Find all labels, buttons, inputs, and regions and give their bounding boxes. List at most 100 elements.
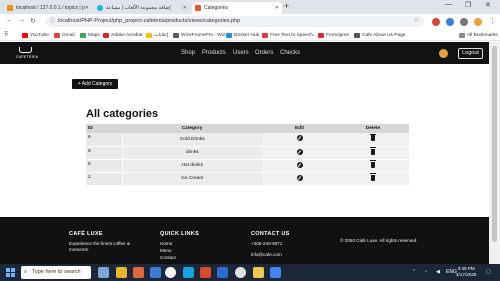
vs-icon[interactable] (217, 267, 228, 278)
minimize-icon[interactable]: — (445, 1, 452, 8)
app-icon[interactable] (116, 267, 127, 278)
bookmark-maps[interactable]: Maps (80, 31, 100, 40)
extensions-puzzle-icon[interactable] (460, 18, 468, 26)
close-icon[interactable]: ✕ (275, 2, 279, 14)
menu-kebab-icon[interactable]: ⋮ (489, 17, 496, 25)
edit-icon[interactable] (296, 174, 303, 181)
bookmark-acrobat[interactable]: Adobe Acrobat (103, 31, 142, 40)
folder-icon (459, 33, 465, 38)
browser-tab-phpmyadmin[interactable]: localhost / 127.0.0.1 / topics | p ✕ (4, 2, 92, 14)
browser-tab-bar: localhost / 127.0.0.1 / topics | p ✕ إضا… (0, 0, 500, 14)
tray-chevron-icon[interactable]: ⌃ (412, 269, 416, 275)
reload-icon[interactable]: ↻ (30, 17, 36, 25)
page-icon (354, 33, 360, 38)
column-header-id: ID (86, 124, 122, 133)
close-icon[interactable]: ✕ (85, 2, 89, 14)
bookmark-formspree[interactable]: Formspree (318, 31, 349, 40)
phpmyadmin-icon (7, 5, 13, 11)
docker-icon (226, 33, 232, 38)
task-view-icon[interactable] (98, 267, 109, 278)
url-field[interactable]: ⓘ localhost/PHP-Project/php_project-cafe… (46, 16, 424, 27)
chrome-icon[interactable] (165, 267, 176, 278)
coffee-cup-icon (19, 47, 32, 53)
cell-id: 2 (86, 172, 123, 186)
categories-table: ID Category Edit Delete 6 Cold Drinks 8 … (86, 124, 409, 186)
trash-icon[interactable] (370, 173, 376, 181)
add-category-button[interactable]: + Add Category (72, 79, 118, 89)
extension-icon[interactable] (432, 18, 440, 26)
bookmark-dockerhub[interactable]: Docker Hub (226, 31, 259, 40)
browser-tab-assistant[interactable]: إضافة مجموعة الألعاب | مساعد ✕ (94, 2, 190, 14)
edit-icon[interactable] (296, 148, 303, 155)
edit-icon[interactable] (296, 161, 303, 168)
vscode-icon[interactable] (183, 267, 194, 278)
app-icon[interactable] (235, 267, 246, 278)
gmail-icon (54, 33, 60, 38)
cafeteria-logo[interactable]: CAFETERIA (16, 45, 38, 61)
assistant-icon (97, 5, 103, 11)
table-row: 8 drinks (86, 146, 409, 160)
nav-products[interactable]: Products (202, 50, 226, 56)
bookmark-wizeframe[interactable]: WizeFramePro - Wiz... (173, 31, 229, 40)
column-header-delete: Delete (337, 124, 409, 133)
windows-start-icon[interactable] (6, 268, 15, 277)
site-favicon-icon (195, 5, 201, 11)
cell-id: 6 (86, 133, 123, 147)
network-icon[interactable]: ◔ (424, 269, 427, 275)
nav-checks[interactable]: Checks (280, 50, 300, 56)
maximize-icon[interactable]: ❐ (465, 1, 471, 9)
logout-button[interactable]: Logout (458, 48, 483, 59)
close-window-icon[interactable]: ✕ (485, 1, 491, 9)
cell-edit (262, 133, 337, 147)
footer-link-menu[interactable]: Menu (160, 248, 172, 254)
address-bar-row: ← → ↻ ⓘ localhost/PHP-Project/php_projec… (0, 14, 500, 30)
drive-icon[interactable] (270, 267, 281, 278)
volume-icon[interactable]: ◀ (436, 269, 440, 275)
site-footer: CAFÉ LUXE Experience the finest coffee &… (0, 217, 489, 264)
column-header-edit: Edit (262, 124, 337, 133)
back-icon[interactable]: ← (6, 17, 13, 24)
trash-icon[interactable] (370, 147, 376, 155)
extension-icon[interactable] (446, 18, 454, 26)
cell-delete (337, 172, 409, 186)
new-tab-button[interactable]: + (284, 1, 289, 11)
footer-email[interactable]: info@cafe.com (251, 252, 282, 258)
bookmark-star-icon[interactable]: ☆ (414, 16, 419, 27)
cell-id: 5 (86, 159, 123, 173)
bookmark-ads[interactable]: إعلانات (146, 31, 168, 40)
bookmark-tts[interactable]: Free Text to Speech... (262, 31, 317, 40)
bookmark-youtube[interactable]: YouTube (22, 31, 49, 40)
app-icon[interactable] (133, 267, 144, 278)
table-row: 5 Hot drinks (86, 159, 409, 173)
trash-icon[interactable] (370, 133, 376, 142)
taskbar-clock[interactable]: 3:49 PM 3/17/2025 (456, 266, 476, 278)
profile-icon[interactable] (474, 18, 482, 26)
edit-icon[interactable] (296, 135, 303, 142)
footer-brand: CAFÉ LUXE (69, 231, 103, 237)
table-row: 6 Cold Drinks (86, 133, 409, 147)
close-icon[interactable]: ✕ (183, 2, 187, 14)
notifications-icon[interactable]: ▢ (486, 269, 491, 275)
nav-shop[interactable]: Shop (181, 50, 195, 56)
app-icon[interactable] (200, 267, 211, 278)
nav-users[interactable]: Users (233, 50, 249, 56)
apps-grid-icon[interactable]: ⠿ (4, 31, 8, 40)
table-row: 2 Ice Cream (86, 172, 409, 186)
app-icon[interactable] (150, 267, 161, 278)
all-bookmarks[interactable]: All Bookmarks (459, 31, 498, 40)
footer-link-home[interactable]: Home (160, 241, 172, 247)
bookmark-gmail[interactable]: Gmail (54, 31, 75, 40)
bookmark-cafe-about[interactable]: Cafe About Us Page (354, 31, 405, 40)
site-header: CAFETERIA Shop Products Users Orders Che… (0, 42, 489, 64)
avatar[interactable] (439, 49, 448, 58)
taskbar-search-input[interactable]: ⌕ Type here to search (21, 266, 91, 279)
nav-orders[interactable]: Orders (255, 50, 273, 56)
footer-link-contact[interactable]: Contact (160, 255, 176, 261)
trash-icon[interactable] (370, 160, 376, 168)
page-scrollbar[interactable] (489, 42, 500, 264)
forward-icon[interactable]: → (18, 17, 25, 24)
scrollbar-thumb[interactable] (492, 46, 497, 242)
browser-tab-categories[interactable]: Categories ✕ (192, 2, 282, 14)
file-explorer-icon[interactable] (253, 267, 264, 278)
site-info-icon[interactable]: ⓘ (50, 16, 55, 27)
